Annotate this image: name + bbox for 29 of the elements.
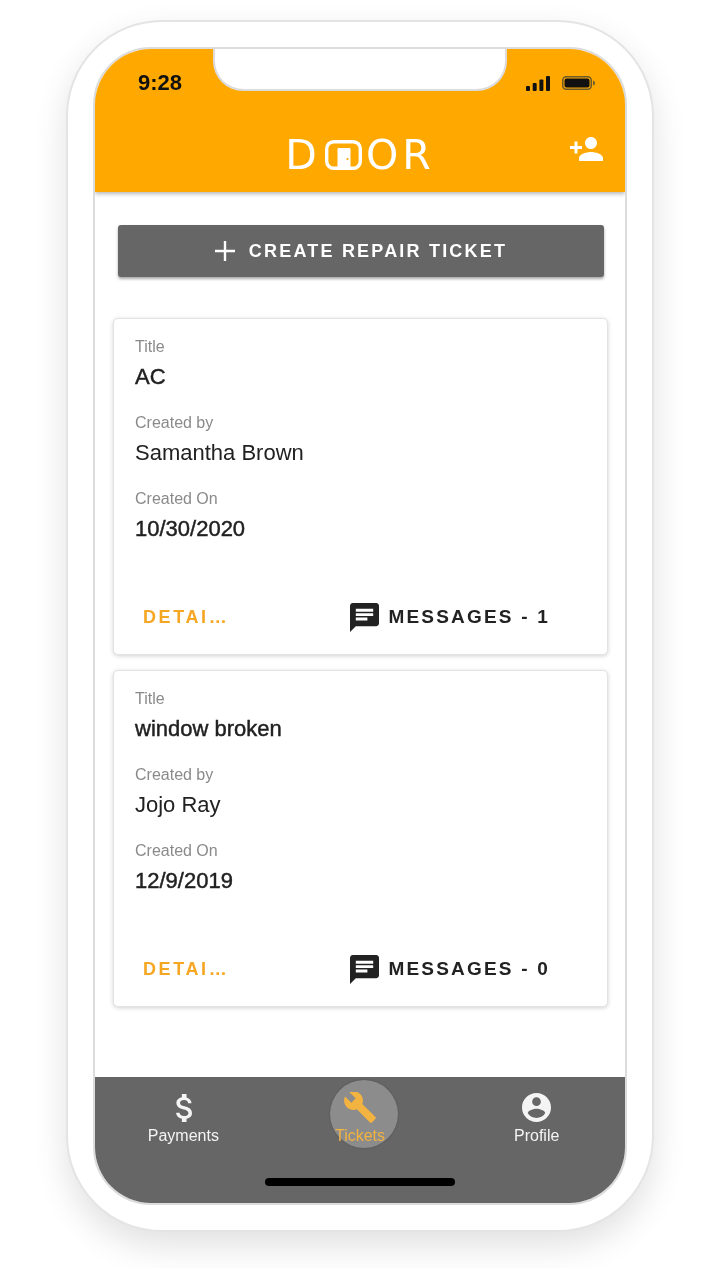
nav-tab[interactable]: Payments bbox=[95, 1078, 272, 1152]
nav-tab[interactable]: Profile bbox=[448, 1078, 625, 1152]
battery-icon bbox=[562, 76, 595, 90]
wrench-icon bbox=[344, 1092, 376, 1123]
field-value: Samantha Brown bbox=[135, 439, 304, 467]
field-value: AC bbox=[135, 363, 166, 391]
signal-icon bbox=[526, 75, 550, 91]
create-ticket-button[interactable]: CREATE REPAIR TICKET bbox=[118, 225, 604, 277]
logo-text: OR bbox=[365, 139, 435, 170]
field-value: 12/9/2019 bbox=[135, 867, 233, 895]
field-label: Title bbox=[135, 337, 165, 357]
field-value: window broken bbox=[135, 715, 282, 743]
field-label: Created On bbox=[135, 489, 218, 509]
logo-text: D bbox=[285, 139, 321, 170]
field-label: Created by bbox=[135, 765, 214, 785]
add-person-icon[interactable] bbox=[570, 136, 603, 161]
messages-button[interactable]: MESSAGES - 1 bbox=[342, 599, 558, 635]
dollar-icon bbox=[174, 1093, 192, 1122]
field-label: Created On bbox=[135, 841, 218, 861]
field-label: Created by bbox=[135, 413, 214, 433]
field-label: Title bbox=[135, 689, 165, 709]
door-icon bbox=[324, 139, 362, 170]
chat-icon bbox=[350, 602, 380, 632]
chat-icon bbox=[350, 954, 380, 984]
status-time: 9:28 bbox=[138, 70, 184, 96]
field-value: Jojo Ray bbox=[135, 791, 221, 819]
messages-button[interactable]: MESSAGES - 0 bbox=[342, 951, 558, 987]
plus-icon bbox=[214, 241, 235, 261]
field-value: 10/30/2020 bbox=[135, 515, 246, 543]
